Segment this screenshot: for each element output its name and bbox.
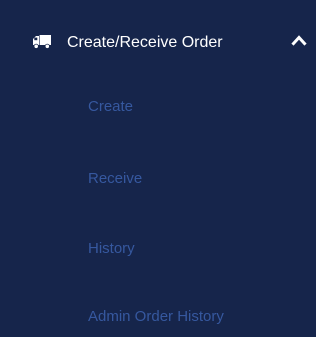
chevron-up-icon[interactable] <box>291 33 307 47</box>
truck-icon <box>33 35 51 49</box>
submenu-item-admin-order-history[interactable]: Admin Order History <box>88 308 224 326</box>
section-label: Create/Receive Order <box>67 34 223 51</box>
create-receive-order-menu-header[interactable]: Create/Receive Order <box>0 22 316 66</box>
sidebar-nav: Create/Receive Order Create Receive Hist… <box>0 0 316 337</box>
submenu-item-receive[interactable]: Receive <box>88 170 142 188</box>
submenu-item-history[interactable]: History <box>88 240 135 258</box>
submenu-item-create[interactable]: Create <box>88 98 133 116</box>
